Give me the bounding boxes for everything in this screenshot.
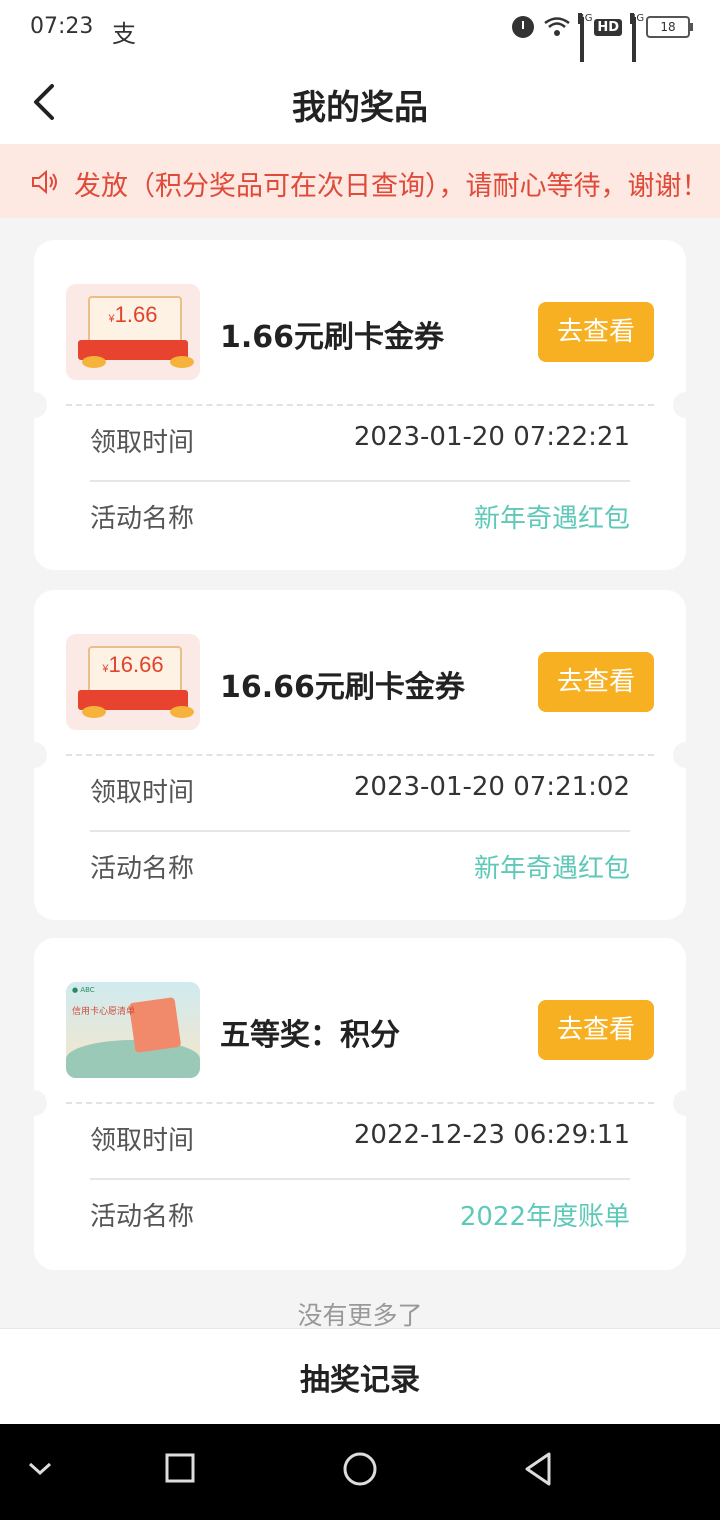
nav-bar: 我的奖品 bbox=[0, 62, 720, 144]
prize-name: 1.66元刷卡金券 bbox=[220, 320, 445, 355]
activity-label: 活动名称 bbox=[90, 1202, 195, 1232]
view-button[interactable]: 去查看 bbox=[538, 302, 654, 362]
receive-time-label: 领取时间 bbox=[90, 778, 195, 808]
coins-icon bbox=[82, 706, 106, 718]
points-thumbnail: ● ABC 信用卡心愿清单 bbox=[66, 982, 200, 1078]
prize-name: 16.66元刷卡金券 bbox=[220, 670, 465, 705]
activity-link[interactable]: 2022年度账单 bbox=[460, 1196, 630, 1233]
activity-label: 活动名称 bbox=[90, 854, 195, 884]
no-more-text: 没有更多了 bbox=[297, 1301, 423, 1330]
activity-label: 活动名称 bbox=[90, 504, 195, 534]
lottery-record-button[interactable]: 抽奖记录 bbox=[0, 1355, 720, 1399]
status-icons: 4G HD 4G 18 bbox=[512, 13, 693, 65]
status-bar: 07:23 支 4G HD 4G 18 bbox=[0, 0, 720, 65]
prize-card: ¥1.66 1.66元刷卡金券 去查看 领取时间 2023-01-20 07:2… bbox=[21, 240, 699, 570]
view-button[interactable]: 去查看 bbox=[538, 652, 654, 712]
activity-row: 活动名称 新年奇遇红包 bbox=[90, 830, 630, 904]
scroll-illustration bbox=[128, 997, 182, 1053]
receive-time-row: 领取时间 2023-01-20 07:21:02 bbox=[90, 754, 630, 828]
receive-time-row: 领取时间 2022-12-23 06:29:11 bbox=[90, 1102, 630, 1176]
coupon-thumbnail: ¥16.66 bbox=[66, 634, 200, 730]
notice-text: 发放（积分奖品可在次日查询），请耐心等待，谢谢！ bbox=[74, 171, 709, 202]
coupon-thumbnail: ¥1.66 bbox=[66, 284, 200, 380]
battery-icon: 18 bbox=[646, 16, 693, 38]
activity-row: 活动名称 新年奇遇红包 bbox=[90, 480, 630, 554]
coins-icon bbox=[82, 356, 106, 368]
status-time: 07:23 bbox=[30, 14, 94, 39]
view-button[interactable]: 去查看 bbox=[538, 1000, 654, 1060]
receive-time-value: 2023-01-20 07:22:21 bbox=[353, 422, 630, 452]
prize-card: ¥16.66 16.66元刷卡金券 去查看 领取时间 2023-01-20 07… bbox=[21, 590, 699, 920]
coupon-value: 1.66 bbox=[114, 302, 158, 327]
coupon-value: 16.66 bbox=[108, 652, 164, 677]
prize-card: ● ABC 信用卡心愿清单 五等奖：积分 去查看 领取时间 2022-12-23… bbox=[21, 938, 699, 1270]
recents-icon[interactable] bbox=[164, 1452, 196, 1484]
receive-time-value: 2022-12-23 06:29:11 bbox=[353, 1120, 630, 1150]
receive-time-label: 领取时间 bbox=[90, 1126, 195, 1156]
alarm-icon bbox=[512, 16, 535, 38]
receive-time-row: 领取时间 2023-01-20 07:22:21 bbox=[90, 404, 630, 478]
system-nav-bar bbox=[0, 1424, 720, 1520]
lottery-record-bar: 抽奖记录 bbox=[0, 1328, 720, 1425]
back-nav-icon[interactable] bbox=[522, 1451, 554, 1487]
speaker-icon bbox=[32, 169, 57, 195]
activity-link[interactable]: 新年奇遇红包 bbox=[474, 848, 630, 885]
thumbnail-caption: 信用卡心愿清单 bbox=[72, 1007, 136, 1017]
activity-row: 活动名称 2022年度账单 bbox=[90, 1178, 630, 1252]
signal-icon: 4G bbox=[578, 13, 592, 65]
activity-link[interactable]: 新年奇遇红包 bbox=[474, 498, 630, 535]
home-icon[interactable] bbox=[342, 1451, 378, 1487]
wifi-icon bbox=[544, 17, 571, 37]
receive-time-value: 2023-01-20 07:21:02 bbox=[353, 772, 630, 802]
bank-logo-icon: ● ABC bbox=[72, 986, 95, 994]
notice-banner: 发放（积分奖品可在次日查询），请耐心等待，谢谢！ bbox=[0, 144, 720, 218]
alipay-notification-icon: 支 bbox=[112, 20, 136, 48]
collapse-icon[interactable] bbox=[26, 1458, 54, 1478]
page-title: 我的奖品 bbox=[292, 88, 428, 128]
prize-name: 五等奖：积分 bbox=[220, 1018, 400, 1053]
signal-icon-2: 4G bbox=[630, 13, 644, 65]
receive-time-label: 领取时间 bbox=[90, 428, 195, 458]
hd-badge: HD bbox=[594, 18, 622, 36]
